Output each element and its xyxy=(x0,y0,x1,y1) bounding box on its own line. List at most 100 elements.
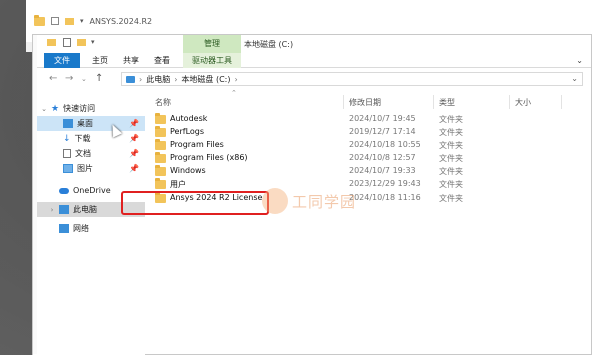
checkbox-icon xyxy=(51,17,59,25)
breadcrumb-separator-icon[interactable]: › xyxy=(139,75,142,84)
file-type: 文件夹 xyxy=(439,180,463,189)
tab-drive-tools[interactable]: 驱动器工具 xyxy=(183,53,241,68)
nav-network[interactable]: 网络 xyxy=(33,221,145,236)
address-bar[interactable]: › 此电脑 › 本地磁盘 (C:) › ⌄ xyxy=(121,72,583,86)
pin-icon[interactable]: 📌 xyxy=(129,164,139,173)
tab-home[interactable]: 主页 xyxy=(88,53,112,68)
column-divider[interactable] xyxy=(433,95,434,109)
computer-icon xyxy=(59,205,69,214)
nav-onedrive-label: OneDrive xyxy=(73,186,111,195)
nav-this-pc-label: 此电脑 xyxy=(73,205,97,214)
file-name: Program Files (x86) xyxy=(170,153,248,162)
file-date: 2024/10/18 11:16 xyxy=(349,193,421,202)
expand-chevron-icon[interactable]: ⌄ xyxy=(39,105,49,113)
sort-caret-icon[interactable]: ⌃ xyxy=(231,89,237,97)
watermark-text: 工同学园 xyxy=(292,192,357,211)
breadcrumb-separator-icon[interactable]: › xyxy=(174,75,177,84)
pictures-icon xyxy=(63,164,73,173)
table-row[interactable]: Autodesk 2024/10/7 19:45 文件夹 xyxy=(155,113,545,126)
watermark: 工同学园 xyxy=(262,188,356,214)
file-name: Windows xyxy=(170,166,206,175)
manage-context-tab[interactable]: 管理 xyxy=(183,35,241,53)
nav-item-pictures[interactable]: 图片 📌 xyxy=(33,161,145,176)
nav-quick-access-label: 快速访问 xyxy=(63,104,96,113)
column-header-type[interactable]: 类型 xyxy=(439,97,455,109)
table-row[interactable]: Windows 2024/10/7 19:33 文件夹 xyxy=(155,165,545,178)
ribbon-tabs: 文件 主页 共享 查看 驱动器工具 ⌄ xyxy=(33,53,591,68)
window-title: ANSYS.2024.R2 xyxy=(89,16,153,26)
folder-icon xyxy=(47,39,56,46)
folder-icon xyxy=(34,14,45,26)
folder-icon xyxy=(155,152,166,163)
address-dropdown-icon[interactable]: ⌄ xyxy=(571,74,578,83)
pin-icon[interactable]: 📌 xyxy=(129,149,139,158)
table-row[interactable]: Program Files (x86) 2024/10/8 12:57 文件夹 xyxy=(155,152,545,165)
folder-icon xyxy=(155,113,166,124)
column-divider[interactable] xyxy=(561,95,562,109)
nav-quick-access[interactable]: ⌄ ★ 快速访问 xyxy=(33,101,145,116)
nav-item-label: 桌面 xyxy=(77,119,93,128)
file-date: 2024/10/7 19:33 xyxy=(349,166,416,175)
pin-icon[interactable]: 📌 xyxy=(129,134,139,143)
file-type: 文件夹 xyxy=(439,141,463,150)
desktop-icon xyxy=(63,119,73,128)
breadcrumb-this-pc[interactable]: 此电脑 xyxy=(146,74,170,85)
tab-view[interactable]: 查看 xyxy=(150,53,174,68)
file-date: 2023/12/29 19:43 xyxy=(349,179,421,188)
dropdown-arrow-icon[interactable]: ▾ xyxy=(80,17,84,25)
nav-item-label: 下载 xyxy=(74,134,91,143)
checkbox-icon[interactable] xyxy=(63,38,71,47)
column-divider[interactable] xyxy=(343,95,344,109)
folder-icon xyxy=(155,178,166,189)
file-date: 2024/10/18 10:55 xyxy=(349,140,421,149)
nav-item-documents[interactable]: 文档 📌 xyxy=(33,146,145,161)
file-type: 文件夹 xyxy=(439,167,463,176)
back-arrow-icon[interactable]: ← xyxy=(49,73,57,84)
file-type: 文件夹 xyxy=(439,154,463,163)
column-header-date[interactable]: 修改日期 xyxy=(349,97,381,109)
breadcrumb-separator-icon[interactable]: › xyxy=(234,75,237,84)
expand-chevron-icon[interactable]: › xyxy=(47,206,57,214)
window-title: 本地磁盘 (C:) xyxy=(244,40,294,49)
folder-icon xyxy=(77,39,86,46)
dropdown-arrow-icon[interactable]: ▾ xyxy=(91,38,95,46)
file-date: 2024/10/7 19:45 xyxy=(349,114,416,123)
file-date: 2024/10/8 12:57 xyxy=(349,153,416,162)
ribbon-expand-icon[interactable]: ⌄ xyxy=(576,53,583,68)
file-type: 文件夹 xyxy=(439,194,463,203)
folder-icon xyxy=(65,17,74,25)
watermark-logo-icon xyxy=(262,188,288,214)
folder-icon xyxy=(155,126,166,137)
network-icon xyxy=(59,224,69,233)
folder-icon xyxy=(155,139,166,150)
file-name: PerfLogs xyxy=(170,127,205,136)
navigation-pane: ⌄ ★ 快速访问 桌面 📌 ↓ 下载 📌 文档 📌 图片 📌 OneDrive xyxy=(33,91,145,355)
nav-item-desktop[interactable]: 桌面 📌 xyxy=(33,116,145,131)
breadcrumb-drive-c[interactable]: 本地磁盘 (C:) xyxy=(181,74,230,85)
up-arrow-icon[interactable]: ↑ xyxy=(95,73,103,84)
nav-item-downloads[interactable]: ↓ 下载 📌 xyxy=(33,131,145,146)
folder-icon xyxy=(155,165,166,176)
breadcrumb: › 此电脑 › 本地磁盘 (C:) › xyxy=(126,74,238,85)
file-list[interactable]: ⌃ 名称 修改日期 类型 大小 Autodesk 2024/10/7 19:45… xyxy=(149,89,592,355)
file-type: 文件夹 xyxy=(439,128,463,137)
table-row[interactable]: Program Files 2024/10/18 10:55 文件夹 xyxy=(155,139,545,152)
recent-dropdown-icon[interactable]: ⌄ xyxy=(81,75,87,83)
address-row: ← → ⌄ ↑ › 此电脑 › 本地磁盘 (C:) › ⌄ xyxy=(33,69,591,89)
file-type: 文件夹 xyxy=(439,115,463,124)
window-left-edge xyxy=(33,35,37,354)
pin-icon[interactable]: 📌 xyxy=(129,119,139,128)
highlight-box xyxy=(121,191,269,215)
documents-icon xyxy=(63,149,71,158)
table-row[interactable]: PerfLogs 2019/12/7 17:14 文件夹 xyxy=(155,126,545,139)
column-divider[interactable] xyxy=(509,95,510,109)
cloud-icon xyxy=(59,187,69,194)
nav-item-label: 图片 xyxy=(77,164,93,173)
file-name: 用户 xyxy=(170,180,186,189)
forward-arrow-icon[interactable]: → xyxy=(65,73,73,84)
column-header-name[interactable]: 名称 xyxy=(155,97,171,109)
tab-share[interactable]: 共享 xyxy=(119,53,143,68)
tab-file[interactable]: 文件 xyxy=(44,53,80,68)
column-header-size[interactable]: 大小 xyxy=(515,97,531,109)
nav-item-label: 文档 xyxy=(75,149,91,158)
